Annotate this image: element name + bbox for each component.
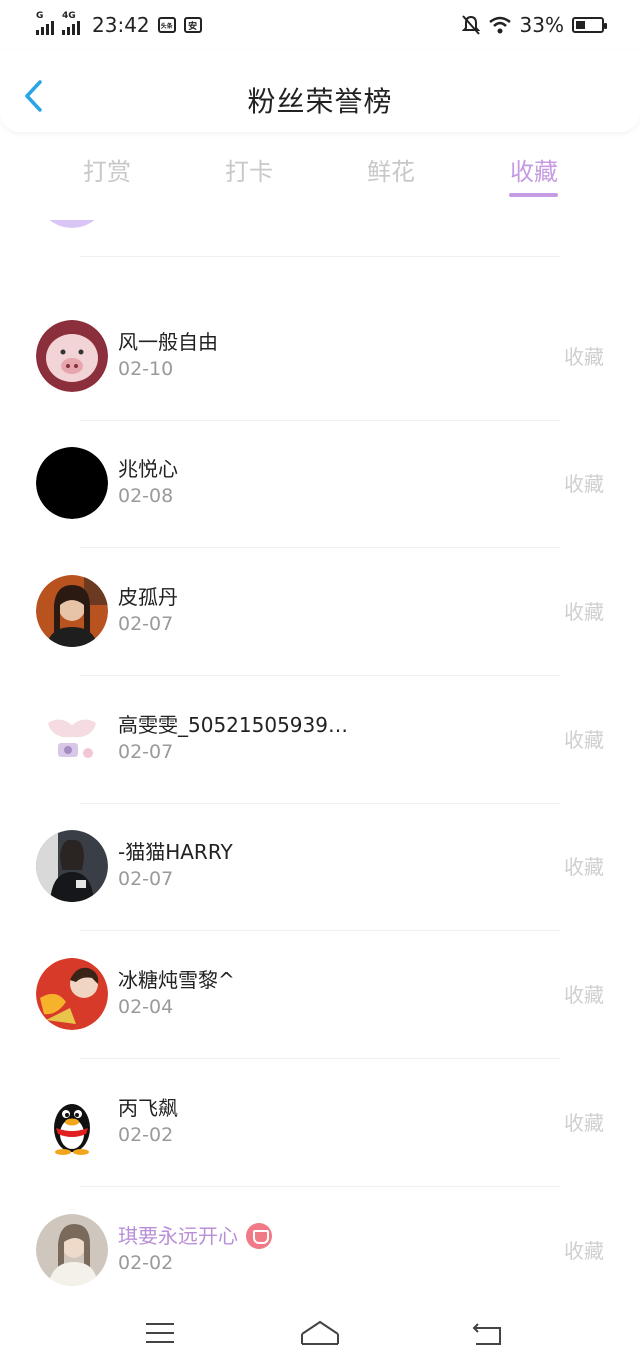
divider xyxy=(80,1186,560,1187)
battery-percent: 33% xyxy=(519,13,564,37)
fan-date: 02-07 xyxy=(118,613,174,635)
fan-name: 高雯雯_50521505939… xyxy=(118,713,348,737)
fan-name: 冰糖炖雪黎^ xyxy=(118,968,235,992)
fan-date: 02-07 xyxy=(118,741,174,763)
divider xyxy=(80,930,560,931)
status-time: 23:42 xyxy=(92,13,150,37)
wifi-icon xyxy=(488,16,511,34)
fan-name: 丙飞飙 xyxy=(118,1096,178,1120)
favorite-label: 收藏 xyxy=(564,728,604,752)
avatar xyxy=(36,575,108,647)
fan-name: 皮孤丹 xyxy=(118,585,178,609)
fan-row[interactable]: 丙飞飙 02-02 收藏 xyxy=(0,1060,640,1187)
fan-date: 02-08 xyxy=(118,485,174,507)
avatar xyxy=(36,958,108,1030)
system-nav-bar xyxy=(0,1302,640,1372)
diamond-vip-icon xyxy=(246,1222,272,1249)
back-nav-icon[interactable] xyxy=(468,1316,508,1350)
fan-row[interactable]: 高雯雯_50521505939… 02-07 收藏 xyxy=(0,677,640,804)
avatar xyxy=(36,703,108,775)
fan-date: 02-07 xyxy=(118,868,174,890)
favorite-label: 收藏 xyxy=(564,1239,604,1263)
divider xyxy=(80,256,560,257)
home-icon[interactable] xyxy=(298,1316,342,1350)
favorite-label: 收藏 xyxy=(564,600,604,624)
fan-date: 02-04 xyxy=(118,996,174,1018)
favorite-label: 收藏 xyxy=(564,472,604,496)
battery-icon xyxy=(572,17,607,33)
avatar xyxy=(36,1214,108,1286)
fan-name: 琪要永远开心 xyxy=(118,1220,272,1251)
fan-row[interactable]: 琪要永远开心 02-02 收藏 xyxy=(0,1188,640,1300)
favorite-label: 收藏 xyxy=(564,1111,604,1135)
status-bar: G 4G 23:42 头条 安 33% xyxy=(0,0,640,50)
header-bar: 粉丝荣誉榜 xyxy=(0,50,640,132)
active-tab-indicator xyxy=(509,193,558,197)
tab-flowers[interactable]: 鲜花 xyxy=(341,152,441,187)
tab-reward[interactable]: 打赏 xyxy=(57,152,157,187)
page-title: 粉丝荣誉榜 xyxy=(247,85,393,118)
fan-row[interactable]: 风一般自由 02-10 收藏 xyxy=(0,294,640,421)
avatar xyxy=(36,830,108,902)
divider xyxy=(80,1058,560,1059)
tab-checkin[interactable]: 打卡 xyxy=(199,152,299,187)
toutiao-icon: 头条 xyxy=(157,17,176,33)
fan-date: 02-02 xyxy=(118,1252,174,1274)
fan-name: 风一般自由 xyxy=(118,330,218,354)
fan-row[interactable]: 兆悦心 02-08 收藏 xyxy=(0,421,640,548)
avatar xyxy=(36,447,108,519)
fan-row[interactable]: -猫猫HARRY 02-07 收藏 xyxy=(0,804,640,931)
favorite-label: 收藏 xyxy=(564,855,604,879)
fan-row[interactable]: 皮孤丹 02-07 收藏 xyxy=(0,549,640,676)
menu-icon[interactable] xyxy=(140,1316,180,1350)
fan-row[interactable]: 冰糖炖雪黎^ 02-04 收藏 xyxy=(0,932,640,1059)
fan-row[interactable]: 02-10 收藏 xyxy=(0,220,640,257)
fan-name: -猫猫HARRY xyxy=(118,840,233,864)
fan-date: 02-02 xyxy=(118,1124,174,1146)
avatar xyxy=(36,320,108,392)
tab-favorites[interactable]: 收藏 xyxy=(484,152,584,187)
qq-penguin-avatar xyxy=(36,1086,108,1158)
avatar xyxy=(36,220,108,228)
favorite-label: 收藏 xyxy=(564,983,604,1007)
tab-bar: 打赏 打卡 鲜花 收藏 xyxy=(0,148,640,202)
divider xyxy=(80,547,560,548)
fan-name: 兆悦心 xyxy=(118,457,178,481)
favorite-label: 收藏 xyxy=(564,345,604,369)
fan-date: 02-10 xyxy=(118,358,174,380)
mute-bell-icon xyxy=(461,15,480,35)
fan-list: 02-10 收藏 风一般自由 02-10 收藏 兆悦心 02-08 收藏 xyxy=(0,220,640,1300)
divider xyxy=(80,675,560,676)
signal-icon-1: G xyxy=(36,11,54,35)
app-notification-icon: 安 xyxy=(183,17,202,33)
signal-icon-2: 4G xyxy=(62,11,80,35)
